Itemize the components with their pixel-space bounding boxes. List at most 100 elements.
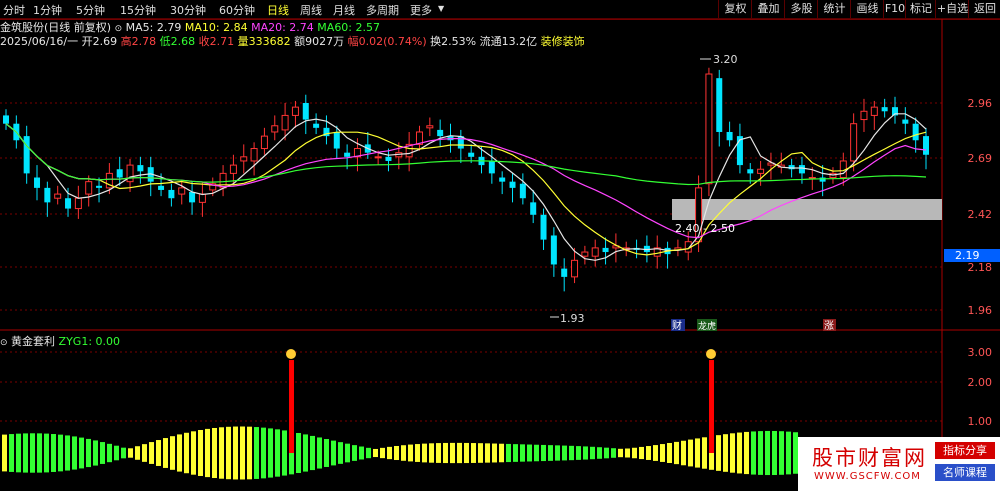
candle-body [602,247,609,253]
subchart-settings-icon[interactable]: ⊙ [0,338,8,348]
oscillator-bar [499,443,504,463]
oscillator-bar [688,439,693,467]
candle-body [74,197,82,210]
oscillator-bar [443,442,448,464]
finance-marker-label: 财 [672,319,682,332]
limit-up-marker-label: 涨 [824,320,834,332]
oscillator-bar [247,426,252,480]
kline-chart[interactable]: 2.96 2.69 2.42 2.18 1.96 2.19 3.00 2.00 … [0,0,1000,491]
candle-body [137,165,144,172]
oscillator-bar [86,438,91,468]
oscillator-bar [758,431,763,475]
candle-body [716,78,723,132]
oscillator-bar [576,446,581,460]
subchart-legend: ⊙ 黄金套利 ZYG1: 0.00 [0,333,120,349]
oscillator-bar [352,445,357,461]
money-bag-icon [286,349,296,359]
candle-body [581,251,589,257]
oscillator-bar [338,442,343,464]
watermark-url: WWW.GSCFW.COM [814,471,921,482]
oscillator-bar [765,430,770,476]
candle-body [726,131,733,141]
candle-body [54,193,62,199]
candle-body [313,123,320,128]
oscillator-bar [625,448,630,458]
oscillator-bar [282,430,287,476]
oscillator-bar [541,444,546,462]
watermark-tag-courses: 名师课程 [935,464,995,481]
oscillator-bar [786,431,791,475]
candle-body [902,119,909,124]
money-bag-icon [706,349,716,359]
oscillator-bar [464,442,469,464]
oscillator-bar [317,437,322,469]
candle-body [519,183,526,199]
oscillator-bar [520,444,525,462]
candle-body [116,169,123,178]
candle-body [757,168,765,174]
price-axis-labels: 2.96 2.69 2.42 2.18 1.96 [968,97,993,317]
candle-body [65,198,72,209]
oscillator-bar [387,446,392,460]
oscillator-bar [597,447,602,459]
candle-body [561,268,568,277]
candle-body [96,185,103,188]
candle-body [333,131,340,149]
oscillator-bar [37,433,42,473]
watermark-tag-indicators: 指标分享 [935,442,995,459]
oscillator-bar [422,443,427,463]
oscillator-bar [219,427,224,479]
oscillator-bar [506,443,511,463]
candle-body [385,156,392,161]
oscillator-bar [702,437,707,469]
oscillator-bar [394,445,399,461]
oscillator-bar [107,443,112,463]
max-price-annotation: 3.20 [713,53,738,66]
oscillator-bar [30,433,35,473]
oscillator-bar [429,443,434,463]
candle-body [271,125,279,133]
min-price-annotation: 1.93 [560,312,585,325]
price-tick: 2.18 [968,261,993,274]
candle-body [344,152,351,157]
oscillator-bar [408,444,413,462]
price-tick: 2.42 [968,208,993,221]
sub-axis-labels: 3.00 2.00 1.00 [968,346,993,428]
oscillator-bar [135,446,140,460]
oscillator-bar [23,433,28,473]
candle-body [250,148,258,162]
ma10-line [5,123,927,256]
signal-bar [289,360,294,453]
oscillator-bar [436,443,441,463]
oscillator-bar [2,434,7,472]
subchart-value: ZYG1: 0.00 [58,335,121,348]
oscillator-bar [492,443,497,463]
oscillator-bar [275,429,280,477]
oscillator-bar [639,446,644,460]
oscillator-bar [555,445,560,461]
candle-body [870,106,878,116]
ma60-line [5,123,927,186]
gap-zone [672,199,942,220]
oscillator-bar [205,428,210,478]
candle-body [302,103,309,120]
oscillator-bar [121,447,126,459]
oscillator-bar [772,430,777,476]
oscillator-bar [513,444,518,462]
oscillator-bar [695,438,700,468]
oscillator-bars [2,426,798,480]
oscillator-bar [590,446,595,460]
oscillator-bar [618,448,623,458]
oscillator-bar [44,433,49,473]
oscillator-bar [51,434,56,472]
candle-body [44,187,51,203]
candle-body [85,181,93,195]
oscillator-bar [415,444,420,462]
oscillator-bar [737,432,742,474]
subchart-name[interactable]: 黄金套利 [11,335,55,348]
candle-body [168,189,175,199]
oscillator-bar [457,442,462,464]
oscillator-bar [401,445,406,461]
oscillator-bar [366,447,371,459]
oscillator-bar [79,437,84,469]
